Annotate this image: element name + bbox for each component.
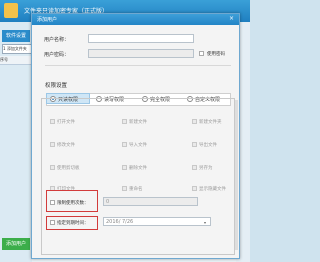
column-header-index: 序号 — [0, 56, 32, 65]
add-user-button[interactable]: 添加用户 — [2, 238, 30, 250]
password-label: 用户密码： — [44, 52, 70, 58]
expiry-label: 指定到期时间： — [57, 221, 89, 226]
checkbox-show-hidden-label: 显示隐藏文件 — [199, 187, 226, 192]
checkbox-clipboard-label: 使用剪切板 — [57, 166, 80, 171]
checkbox-save-as-label: 另存为 — [199, 166, 213, 171]
checkbox-show-hidden[interactable] — [192, 186, 197, 191]
checkbox-rename[interactable] — [122, 186, 127, 191]
checkbox-new-file[interactable] — [122, 119, 127, 124]
checkbox-export-file[interactable] — [192, 142, 197, 147]
checkbox-save-as[interactable] — [192, 165, 197, 170]
checkbox-new-file-label: 新建文件 — [129, 120, 147, 125]
close-icon[interactable]: × — [227, 15, 236, 23]
permissions-title: 权限设置 — [44, 81, 69, 89]
app-logo-icon — [4, 3, 18, 18]
checkbox-open-file[interactable] — [50, 119, 55, 124]
checkbox-rename-label: 重命名 — [129, 187, 143, 192]
username-label: 用户名称： — [44, 37, 70, 43]
add-user-dialog: 添加用户 × 用户名称： 用户密码： 使用密码 权限设置 只读权限 读写权限 完… — [31, 13, 240, 259]
checkbox-import-file[interactable] — [122, 142, 127, 147]
tab-add-folder[interactable]: 1 添加文件夹 — [2, 44, 34, 54]
dialog-title: 添加用户 — [37, 17, 58, 23]
divider — [45, 65, 231, 66]
password-input[interactable] — [88, 49, 194, 58]
scrollbar[interactable] — [235, 100, 238, 250]
calendar-dropdown-icon[interactable]: ▾ — [204, 218, 206, 227]
checkbox-import-file-label: 导入文件 — [129, 143, 147, 148]
checkbox-new-folder[interactable] — [192, 119, 197, 124]
expiry-checkbox[interactable] — [50, 220, 55, 225]
expiry-date-input[interactable]: 2016/ 7/26 ▾ — [103, 217, 211, 226]
limit-uses-input[interactable]: 0 — [103, 197, 198, 206]
checkbox-modify-file-label: 修改文件 — [57, 143, 75, 148]
limit-uses-label: 限制使用次数： — [57, 201, 89, 206]
tab-software-settings[interactable]: 软件设置 — [2, 30, 30, 42]
checkbox-delete-file[interactable] — [122, 165, 127, 170]
expiry-date-value: 2016/ 7/26 — [106, 219, 134, 225]
checkbox-new-folder-label: 新建文件夹 — [199, 120, 222, 125]
use-password-label: 使用密码 — [207, 52, 225, 57]
checkbox-clipboard[interactable] — [50, 165, 55, 170]
checkbox-delete-file-label: 删除文件 — [129, 166, 147, 171]
use-password-checkbox[interactable] — [199, 51, 204, 56]
dialog-titlebar: 添加用户 × — [32, 14, 239, 25]
checkbox-export-file-label: 导出文件 — [199, 143, 217, 148]
limit-uses-checkbox[interactable] — [50, 200, 55, 205]
checkbox-modify-file[interactable] — [50, 142, 55, 147]
username-input[interactable] — [88, 34, 194, 43]
checkbox-open-file-label: 打开文件 — [57, 120, 75, 125]
